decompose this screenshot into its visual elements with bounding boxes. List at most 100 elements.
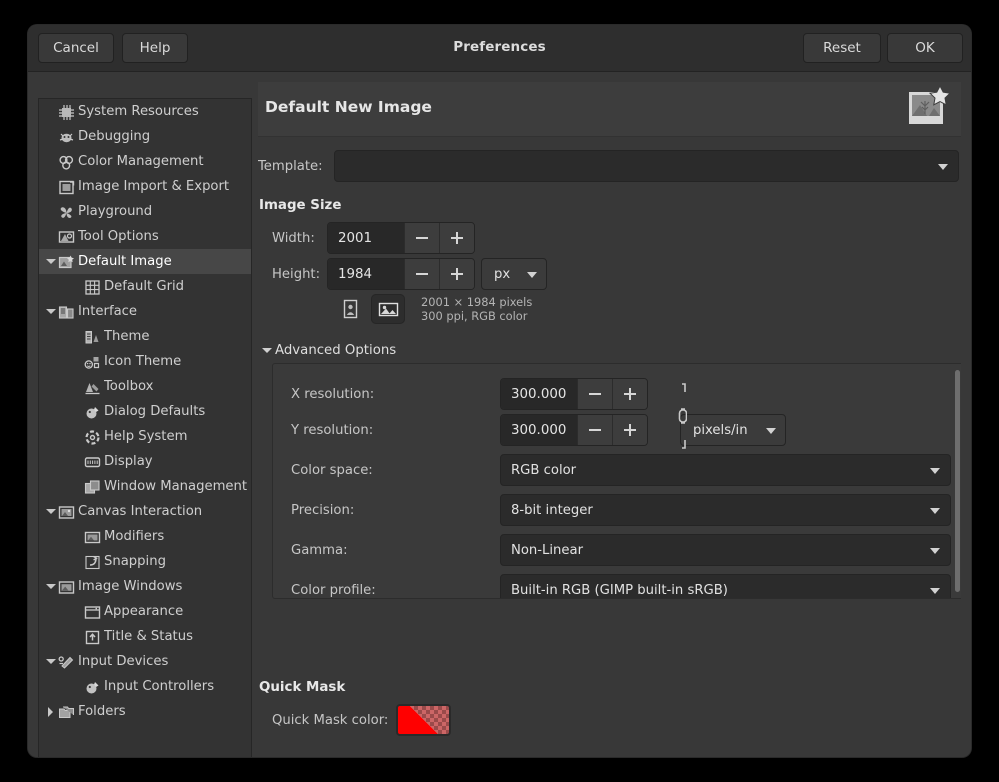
tree-expander-spacer xyxy=(71,624,84,649)
sidebar-item-folders[interactable]: Folders xyxy=(39,699,251,724)
new-image-icon xyxy=(903,84,955,132)
sidebar-item-color-management[interactable]: Color Management xyxy=(39,149,251,174)
y-resolution-row: Y resolution: 300.000 pixels/in xyxy=(291,414,786,446)
height-label: Height: xyxy=(272,267,327,282)
dialog-defaults-icon xyxy=(84,404,101,420)
bug-icon xyxy=(58,129,75,145)
tree-expander-spacer xyxy=(71,524,84,549)
sidebar-item-label: Image Import & Export xyxy=(78,179,229,194)
sidebar-item-image-windows[interactable]: Image Windows xyxy=(39,574,251,599)
sidebar-item-input-controllers[interactable]: Input Controllers xyxy=(39,674,251,699)
tree-expander-spacer xyxy=(45,99,58,124)
sidebar-item-icon-theme[interactable]: Icon Theme xyxy=(39,349,251,374)
sidebar-item-display[interactable]: Display xyxy=(39,449,251,474)
chevron-down-icon[interactable] xyxy=(45,299,58,324)
sidebar-item-theme[interactable]: Theme xyxy=(39,324,251,349)
portrait-orientation-button[interactable] xyxy=(333,294,367,324)
sidebar-item-interface[interactable]: Interface xyxy=(39,299,251,324)
image-size-section-title: Image Size xyxy=(259,198,341,213)
height-spinner[interactable]: 1984 xyxy=(327,258,475,290)
gamma-combo[interactable]: Non-Linear xyxy=(500,534,951,566)
landscape-orientation-button[interactable] xyxy=(371,294,405,324)
template-label: Template: xyxy=(258,159,334,174)
sidebar-item-canvas-interaction[interactable]: Canvas Interaction xyxy=(39,499,251,524)
chevron-down-icon[interactable] xyxy=(45,574,58,599)
sidebar-item-toolbox[interactable]: Toolbox xyxy=(39,374,251,399)
sidebar-item-tool-options[interactable]: Tool Options xyxy=(39,224,251,249)
chevron-down-icon xyxy=(930,548,940,554)
height-input[interactable]: 1984 xyxy=(328,259,404,289)
color-profile-combo[interactable]: Built-in RGB (GIMP built-in sRGB) xyxy=(500,574,951,599)
sidebar-item-image-import-export[interactable]: Image Import & Export xyxy=(39,174,251,199)
reset-button[interactable]: Reset xyxy=(803,33,881,63)
sidebar-item-label: Tool Options xyxy=(78,229,159,244)
width-spinner[interactable]: 2001 xyxy=(327,222,475,254)
sidebar-item-label: Playground xyxy=(78,204,152,219)
x-resolution-input[interactable]: 300.000 xyxy=(501,379,577,409)
y-resolution-increment-button[interactable] xyxy=(612,415,647,445)
sidebar-item-input-devices[interactable]: Input Devices xyxy=(39,649,251,674)
size-unit-combo[interactable]: px xyxy=(481,258,547,290)
toolbox-icon xyxy=(84,379,101,395)
ok-button[interactable]: OK xyxy=(887,33,963,63)
y-resolution-decrement-button[interactable] xyxy=(577,415,612,445)
sidebar-item-label: Interface xyxy=(78,304,137,319)
x-resolution-increment-button[interactable] xyxy=(612,379,647,409)
tree-expander-spacer xyxy=(71,399,84,424)
sidebar-item-appearance[interactable]: Appearance xyxy=(39,599,251,624)
preferences-category-tree[interactable]: System Resources Debugging Color Managemen… xyxy=(38,98,252,757)
sidebar-item-title-status[interactable]: Title & Status xyxy=(39,624,251,649)
sidebar-item-help-system[interactable]: Help System xyxy=(39,424,251,449)
sidebar-item-label: Default Image xyxy=(78,254,172,269)
width-input[interactable]: 2001 xyxy=(328,223,404,253)
portrait-orientation-icon xyxy=(342,299,359,319)
cpu-icon xyxy=(58,104,75,120)
tree-expander-spacer xyxy=(45,149,58,174)
advanced-options-disclosure[interactable]: Advanced Options xyxy=(262,343,396,358)
chain-link-icon[interactable] xyxy=(671,382,687,454)
y-resolution-input[interactable]: 300.000 xyxy=(501,415,577,445)
height-decrement-button[interactable] xyxy=(404,259,439,289)
chevron-down-icon[interactable] xyxy=(45,249,58,274)
landscape-orientation-icon xyxy=(378,301,399,318)
sidebar-item-default-image[interactable]: Default Image xyxy=(39,249,251,274)
template-combo[interactable] xyxy=(334,150,959,182)
tree-expander-spacer xyxy=(71,274,84,299)
resolution-unit-combo[interactable]: pixels/in xyxy=(680,414,786,446)
x-resolution-spinner[interactable]: 300.000 xyxy=(500,378,648,410)
precision-combo[interactable]: 8-bit integer xyxy=(500,494,951,526)
tree-expander-spacer xyxy=(71,424,84,449)
sidebar-item-window-management[interactable]: Window Management xyxy=(39,474,251,499)
snapping-icon xyxy=(84,554,101,570)
folders-icon xyxy=(58,704,75,720)
x-resolution-decrement-button[interactable] xyxy=(577,379,612,409)
template-row: Template: xyxy=(258,150,961,182)
width-label: Width: xyxy=(272,231,327,246)
title-status-icon xyxy=(84,629,101,645)
chevron-right-icon[interactable] xyxy=(45,699,58,724)
width-decrement-button[interactable] xyxy=(404,223,439,253)
gamma-row: Gamma:Non-Linear xyxy=(291,534,951,566)
precision-row: Precision:8-bit integer xyxy=(291,494,951,526)
advanced-options-scrollbar[interactable] xyxy=(955,370,960,592)
chevron-down-icon[interactable] xyxy=(45,649,58,674)
quick-mask-color-row: Quick Mask color: xyxy=(272,704,451,736)
sidebar-item-default-grid[interactable]: Default Grid xyxy=(39,274,251,299)
y-resolution-spinner[interactable]: 300.000 xyxy=(500,414,648,446)
sidebar-item-dialog-defaults[interactable]: Dialog Defaults xyxy=(39,399,251,424)
sidebar-item-label: Image Windows xyxy=(78,579,182,594)
sidebar-item-snapping[interactable]: Snapping xyxy=(39,549,251,574)
sidebar-item-playground[interactable]: Playground xyxy=(39,199,251,224)
sidebar-item-debugging[interactable]: Debugging xyxy=(39,124,251,149)
height-increment-button[interactable] xyxy=(439,259,474,289)
sidebar-item-label: Debugging xyxy=(78,129,150,144)
sidebar-item-system-resources[interactable]: System Resources xyxy=(39,99,251,124)
sidebar-item-modifiers[interactable]: Modifiers xyxy=(39,524,251,549)
color-space-combo[interactable]: RGB color xyxy=(500,454,951,486)
image-windows-icon xyxy=(58,579,75,595)
width-increment-button[interactable] xyxy=(439,223,474,253)
chevron-down-icon[interactable] xyxy=(45,499,58,524)
tree-expander-spacer xyxy=(71,549,84,574)
input-devices-icon xyxy=(58,654,75,670)
quick-mask-color-swatch[interactable] xyxy=(396,704,451,736)
